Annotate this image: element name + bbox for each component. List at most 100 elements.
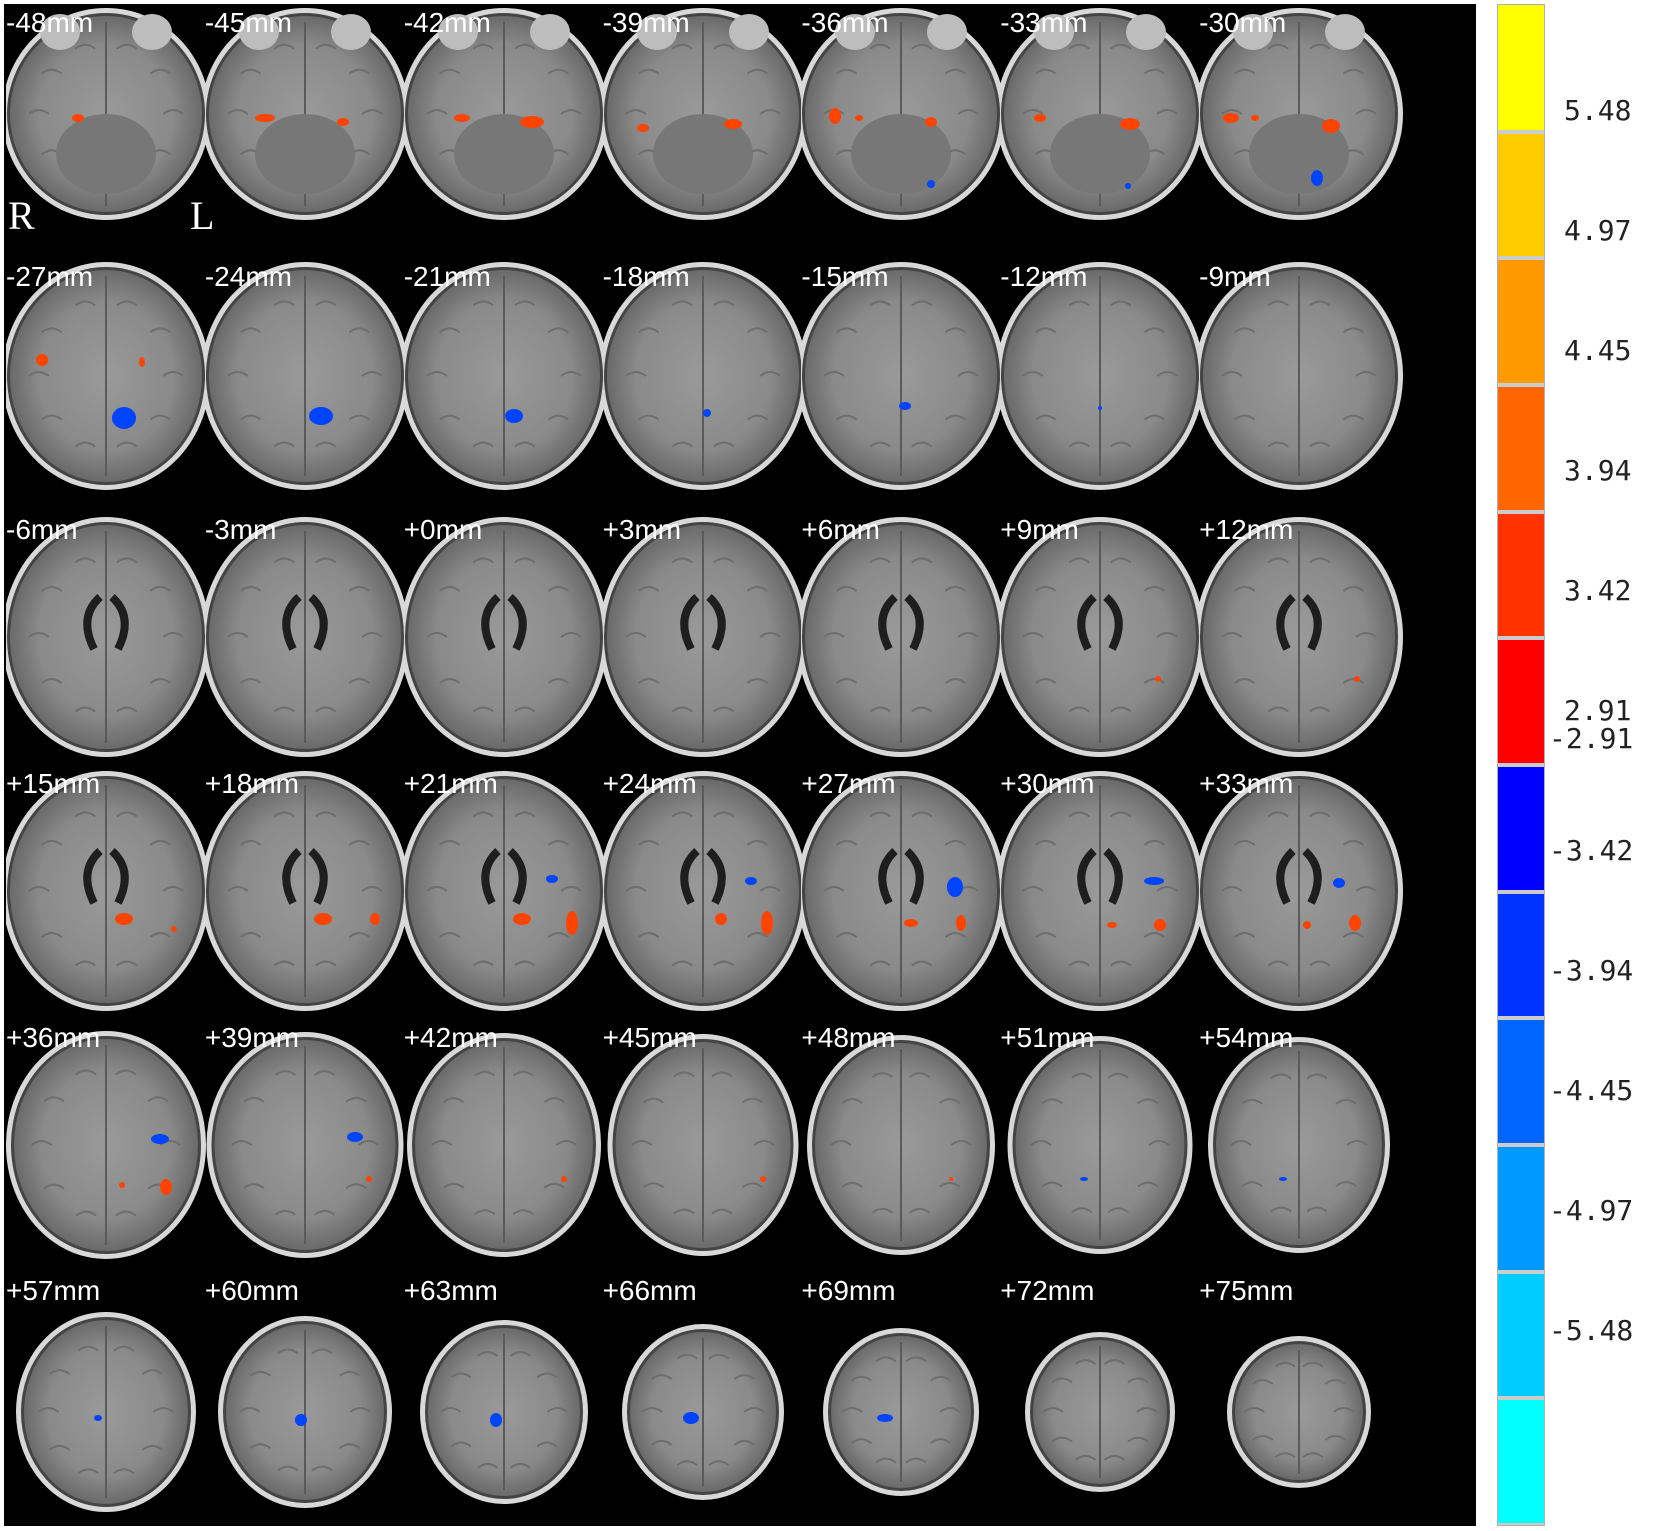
slice-image [6, 771, 210, 1011]
negative-activation-blob [899, 401, 912, 410]
positive-activation-blob [1349, 915, 1362, 931]
slice-label: -9mm [1199, 260, 1271, 292]
brain-slice: -21mm [403, 258, 614, 511]
negative-activation-blob [545, 875, 558, 883]
brain-slice: -39mm [602, 4, 813, 257]
slice-image [1025, 1332, 1176, 1493]
slice-label: +75mm [1199, 1275, 1294, 1307]
cerebellum [56, 114, 156, 194]
brain-slice: -3mm [204, 511, 415, 764]
negative-activation-blob [1080, 1176, 1089, 1181]
positive-activation-blob [956, 915, 967, 931]
slice-label: +6mm [801, 514, 880, 546]
slice-image [823, 1328, 980, 1497]
brain-slice: -12mm [1000, 258, 1210, 511]
slice-label: +0mm [403, 514, 483, 546]
brain-slice: -24mm [204, 258, 415, 511]
negative-activation-blob [682, 1412, 699, 1425]
orbit-left [529, 14, 570, 50]
slice-image [217, 1316, 392, 1509]
positive-activation-blob [829, 108, 842, 124]
slice-label: -24mm [204, 260, 292, 292]
negative-activation-blob [489, 1413, 502, 1428]
slice-image [602, 8, 807, 220]
slice-image [204, 771, 409, 1011]
colorbar-tick: 3.42 [1564, 574, 1632, 607]
slice-label: +30mm [1000, 768, 1095, 799]
slice-label: -18mm [602, 260, 690, 292]
slice-image [403, 517, 608, 758]
brain-slice: +9mm [1000, 511, 1210, 764]
slice-label: +33mm [1199, 768, 1294, 799]
colorbar-tick: 4.45 [1564, 334, 1632, 367]
slice-label: +3mm [602, 514, 682, 546]
brain-slice: -33mm [1000, 4, 1210, 257]
slice-image [406, 1032, 601, 1257]
slice-image [16, 1312, 196, 1513]
brain-slice: -36mm [801, 4, 1011, 257]
brain-slice: -27mm [6, 258, 216, 511]
brain-slice: +39mm [205, 1019, 415, 1272]
slice-image [403, 8, 608, 220]
slice-label: -3mm [204, 514, 277, 546]
colorbar-cell [1498, 1400, 1544, 1523]
brain-slice: +63mm [404, 1272, 614, 1525]
brain-slice: -48mm [6, 4, 216, 257]
brain-slice: -18mm [602, 258, 813, 511]
slice-image [6, 1030, 206, 1259]
positive-activation-blob [1154, 919, 1167, 931]
slice-image [206, 1031, 404, 1258]
negative-activation-blob [94, 1415, 102, 1422]
slice-image [621, 1324, 784, 1501]
negative-activation-blob [927, 180, 936, 188]
colorbar-cell [1498, 767, 1544, 890]
orbit-left [330, 14, 371, 50]
negative-activation-blob [1333, 878, 1346, 888]
positive-activation-blob [160, 1178, 172, 1195]
slice-label: +72mm [1000, 1275, 1095, 1307]
colorbar-tick: 3.94 [1564, 454, 1632, 487]
negative-activation-blob [112, 406, 136, 429]
slice-image [602, 517, 807, 758]
positive-activation-blob [1251, 115, 1260, 121]
slice-image [801, 517, 1006, 758]
slice-label: +48mm [801, 1021, 896, 1053]
positive-activation-blob [925, 117, 938, 127]
negative-activation-blob [1144, 877, 1165, 885]
positive-activation-blob [1120, 118, 1141, 130]
brain-slice: -9mm [1199, 258, 1409, 511]
brain-slice: +15mm [6, 765, 216, 1018]
negative-activation-blob [702, 408, 711, 417]
slice-image [403, 261, 608, 490]
brain-slice: +21mm [403, 765, 614, 1018]
slice-image [801, 261, 1006, 490]
positive-activation-blob [560, 1175, 567, 1182]
slice-image [6, 8, 210, 220]
brain-slice: +60mm [205, 1272, 415, 1525]
orbit-left [1325, 14, 1366, 50]
slice-image [403, 771, 608, 1011]
negative-activation-blob [1125, 183, 1132, 189]
brain-slice: +27mm [801, 765, 1011, 1018]
brain-slice: +57mm [6, 1272, 216, 1525]
orbit-left [132, 14, 172, 50]
colorbar-tick: -4.97 [1549, 1194, 1634, 1227]
colorbar-cell [1498, 1147, 1544, 1270]
positive-activation-blob [723, 119, 742, 129]
slice-image [204, 261, 409, 490]
brain-slice: +66mm [603, 1272, 813, 1525]
slice-label: -36mm [801, 7, 889, 38]
slice-label: +24mm [602, 768, 697, 799]
slice-label: +63mm [403, 1275, 498, 1307]
slice-image [1227, 1336, 1372, 1489]
cerebellum [851, 114, 952, 194]
brain-slice: +33mm [1199, 765, 1409, 1018]
slice-image [602, 261, 807, 490]
slice-image [602, 771, 807, 1011]
slice-label: +39mm [204, 1021, 299, 1053]
orbit-left [728, 14, 769, 50]
colorbar-cell [1498, 1020, 1544, 1143]
slice-label: -12mm [1000, 260, 1088, 292]
negative-activation-blob [947, 877, 964, 897]
slice-image [419, 1320, 588, 1505]
